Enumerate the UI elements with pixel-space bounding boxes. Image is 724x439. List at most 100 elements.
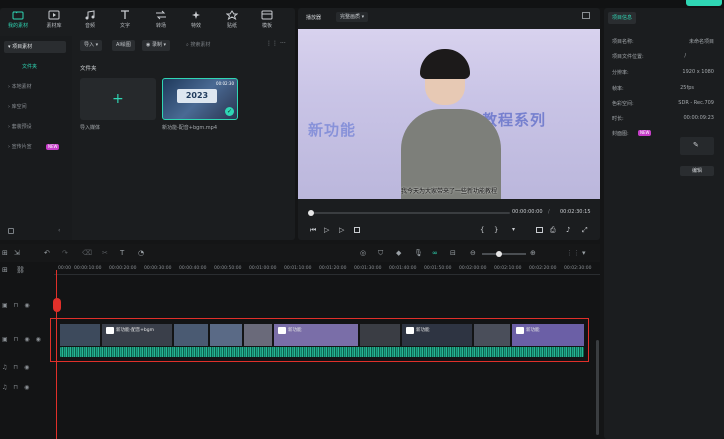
prop-name-key: 项目名称: (612, 39, 634, 45)
select-tool-icon[interactable]: ⇲ (14, 249, 20, 257)
new-folder-icon[interactable] (8, 228, 14, 234)
record-button[interactable]: ◉ 录制 ▾ (142, 40, 171, 51)
settings-icon[interactable]: ▾ (582, 249, 586, 257)
marker-icon[interactable]: ◆ (396, 249, 401, 257)
next-frame-icon[interactable]: ▷ (339, 226, 344, 234)
speaker-icon: ◉ (24, 336, 36, 343)
cut-icon[interactable]: ✂ (102, 249, 108, 257)
tab-transition[interactable]: 转场 (145, 10, 177, 29)
export-button[interactable] (686, 0, 722, 6)
quality-select[interactable]: 完整画质 ▾ (336, 12, 369, 22)
timecode: 00:00:30:00 (144, 266, 172, 271)
snapshot-icon[interactable] (582, 12, 590, 19)
scrubber-handle[interactable] (308, 210, 314, 216)
timecode: 00:02:00:00 (459, 266, 487, 271)
play-icon[interactable]: ▷ (324, 226, 329, 234)
more-options-icon[interactable]: ▾ (512, 226, 515, 233)
redo-icon[interactable]: ↷ (62, 249, 68, 257)
ai-audio-icon[interactable]: ∞ (432, 249, 438, 257)
subtitle-text: 我今天为大家带来了一些新功能教程 (400, 188, 497, 195)
lock-icon: ⊓ (13, 302, 25, 309)
delete-icon[interactable]: ⌫ (82, 249, 92, 257)
playback-scrubber[interactable] (308, 210, 510, 216)
timecode: 00:00:20:00 (109, 266, 137, 271)
tab-project-info[interactable]: 项目信息 (608, 12, 637, 24)
video-preview[interactable]: 新功能 教程系列 我今天为大家带来了一些新功能教程 (298, 29, 600, 199)
link-icon[interactable]: ⛓ (16, 266, 25, 274)
audio-track-icon: ♫ (2, 364, 14, 371)
edit-button[interactable]: 编辑 (680, 166, 714, 176)
ai-image-button[interactable]: AI绘图 (112, 40, 135, 51)
zoom-in-icon[interactable]: ⊕ (530, 249, 536, 257)
cover-thumbnail[interactable]: ✎ (680, 137, 714, 155)
player-tab[interactable]: 播放器 (306, 14, 321, 21)
clip-duration: 00:02:30 (216, 81, 234, 86)
stop-icon[interactable] (354, 227, 360, 233)
track-header-4[interactable]: ♫⊓◉ (0, 384, 54, 391)
prop-colorspace-key: 色彩空间: (612, 101, 634, 107)
sidebar-item-cloud[interactable]: › 库空间 (4, 101, 66, 113)
prop-location-value: / (684, 53, 686, 59)
mic-icon[interactable]: 🎙 (414, 249, 423, 257)
search-icon: ⌕ (186, 42, 189, 48)
tab-text[interactable]: 文字 (109, 10, 141, 29)
sidebar-item-label: 项目素材 (12, 44, 33, 50)
template-icon (261, 10, 273, 20)
more-icon[interactable]: ··· (280, 40, 286, 47)
text-tool-icon[interactable]: T (120, 249, 124, 257)
new-badge: NEW (638, 130, 652, 136)
snapshot-button-icon[interactable]: ⎙ (550, 226, 556, 235)
tab-media-library[interactable]: 素材库 (38, 10, 70, 29)
tab-templates[interactable]: 模板 (251, 10, 283, 29)
sidebar-item-project-media[interactable]: ▾ 项目素材 (4, 41, 66, 53)
media-clip-thumbnail[interactable]: 2023 00:02:30 ✓ (162, 78, 238, 120)
tab-effects[interactable]: 特效 (180, 10, 212, 29)
editor-window: 我的素材 素材库 音频 文字 转场 特效 贴纸 模板 ▾ 项目素材 文件夹 › … (0, 0, 724, 439)
import-tile-label: 导入媒体 (80, 125, 101, 131)
render-icon[interactable]: ◎ (360, 249, 366, 257)
timecode: 00:02:30:00 (564, 266, 592, 271)
fullscreen-icon[interactable]: ⤢ (582, 226, 588, 235)
media-icon (48, 10, 60, 20)
track-header-2[interactable]: ▣⊓◉◉ (0, 336, 54, 343)
speed-icon[interactable]: ◔ (138, 249, 144, 257)
prev-frame-icon[interactable]: ⏮ (310, 226, 316, 235)
sidebar-item-presets[interactable]: › 套装预设 (4, 121, 66, 133)
tab-label: 我的素材 (7, 23, 28, 29)
zoom-slider[interactable] (482, 251, 526, 257)
speaker-icon: ◉ (24, 384, 36, 391)
prop-name-value: 未命名项目 (688, 39, 714, 45)
tab-audio[interactable]: 音频 (74, 10, 106, 29)
playhead-handle[interactable] (53, 298, 61, 312)
prop-cover-label: 封面图: (612, 131, 629, 137)
zoom-handle[interactable] (496, 251, 502, 257)
track-header-3[interactable]: ♫⊓◉ (0, 364, 54, 371)
timeline-scrollbar[interactable] (596, 340, 599, 435)
sidebar-item-local[interactable]: › 本地素材 (4, 81, 66, 93)
snap-icon[interactable]: ⊟ (450, 249, 456, 257)
shield-icon[interactable]: ⛉ (378, 249, 383, 258)
volume-icon[interactable]: ♪ (566, 226, 570, 234)
mark-out-icon[interactable]: } (494, 226, 498, 234)
video-track-icon: ▣ (2, 336, 14, 343)
filter-icon[interactable]: ⋮⋮ (266, 40, 278, 47)
undo-icon[interactable]: ↶ (44, 249, 50, 257)
search-input[interactable]: ⌕ 搜索素材 (186, 40, 266, 51)
tab-my-media[interactable]: 我的素材 (2, 10, 34, 29)
collapse-icon[interactable]: ‹ (58, 228, 64, 234)
tab-label: 贴纸 (226, 23, 237, 29)
sidebar-item-folder[interactable]: 文件夹 (4, 61, 66, 73)
add-track-icon[interactable]: ⊞ (2, 266, 8, 274)
tab-stickers[interactable]: 贴纸 (216, 10, 248, 29)
sidebar-item-promo[interactable]: › 宣传片宣 NEW (4, 141, 66, 153)
grip-icon[interactable]: ⋮⋮ (566, 249, 580, 257)
zoom-out-icon[interactable]: ⊖ (470, 249, 476, 257)
import-media-tile[interactable]: + (80, 78, 156, 120)
track-header-1[interactable]: ▣⊓◉ (0, 302, 54, 309)
display-icon[interactable] (536, 227, 543, 233)
mark-in-icon[interactable]: { (480, 226, 484, 234)
new-badge: NEW (46, 144, 60, 150)
import-button[interactable]: 导入 ▾ (80, 40, 103, 51)
timecode: 00:01:30:00 (354, 266, 382, 271)
layout-icon[interactable]: ⊞ (2, 249, 8, 257)
